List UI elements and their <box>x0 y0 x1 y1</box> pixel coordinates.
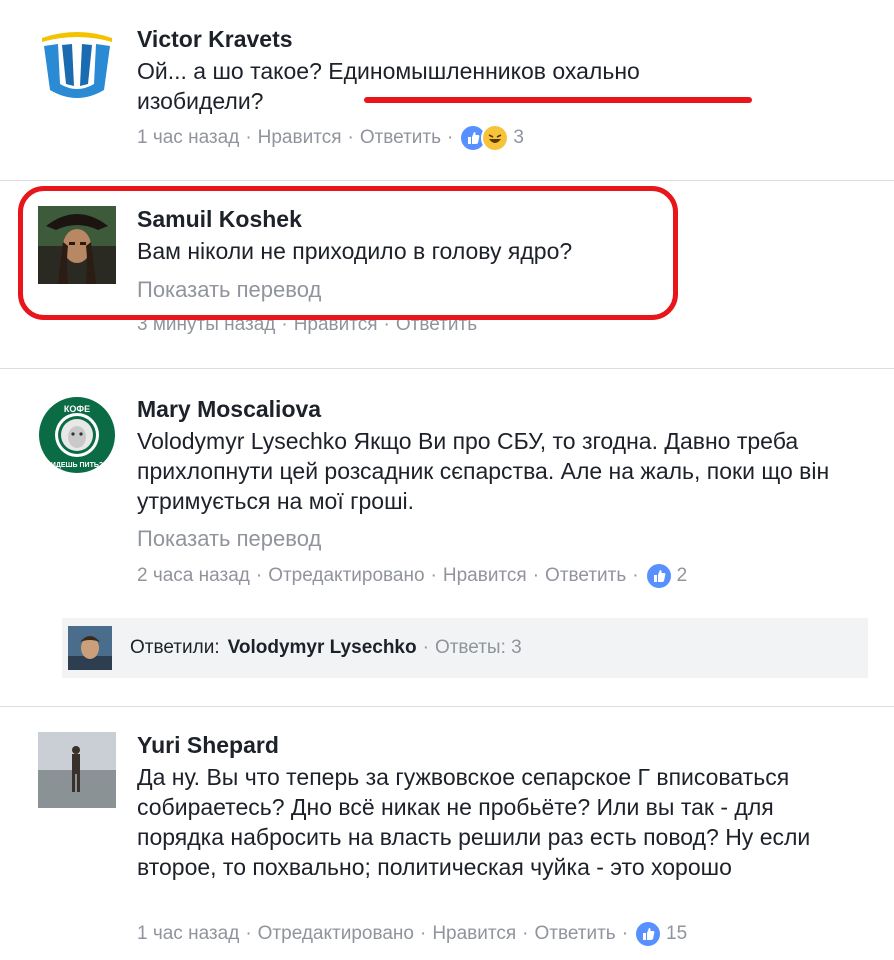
reply-link[interactable]: Ответить <box>545 565 626 587</box>
comment-text: Ой... а шо такое? Единомышленников охаль… <box>137 58 640 114</box>
coffee-logo-icon: КОФЕ ИДЕШЬ ПИТЬ? <box>38 396 116 474</box>
replies-label: Ответили: <box>130 637 220 658</box>
coffee-logo-bottom-text: ИДЕШЬ ПИТЬ? <box>51 462 103 469</box>
comment-author[interactable]: Yuri Shepard <box>137 732 279 759</box>
reply-avatar[interactable] <box>68 626 112 670</box>
person-portrait-icon <box>68 626 112 670</box>
avatar-mary-moscaliova[interactable]: КОФЕ ИДЕШЬ ПИТЬ? <box>38 396 116 474</box>
reply-link[interactable]: Ответить <box>360 127 441 149</box>
replier-name[interactable]: Volodymyr Lysechko <box>228 637 417 659</box>
comment-time[interactable]: 2 часа назад <box>137 565 250 587</box>
replies-count[interactable]: Ответы: 3 <box>435 637 522 659</box>
reply-link[interactable]: Ответить <box>534 923 615 945</box>
reaction-count[interactable]: 15 <box>666 923 687 945</box>
comment-meta: 1 час назад · Нравится · Ответить · 3 <box>137 124 524 152</box>
avatar-yuri-shepard[interactable] <box>38 732 116 808</box>
comment-text: Да ну. Вы что теперь за гужвовское сепар… <box>137 764 811 880</box>
red-highlight-annotation <box>18 186 678 320</box>
like-link[interactable]: Нравится <box>258 127 342 149</box>
comment-text: Volodymyr Lysechko Якщо Ви про СБУ, то з… <box>137 428 830 514</box>
comment-meta: 2 часа назад · Отредактировано · Нравитс… <box>137 562 687 590</box>
comment-author[interactable]: Victor Kravets <box>137 26 293 53</box>
comment-meta: 1 час назад · Отредактировано · Нравится… <box>137 920 687 948</box>
comment-time[interactable]: 1 час назад <box>137 923 239 945</box>
comment-author[interactable]: Mary Moscaliova <box>137 396 321 423</box>
reaction-count[interactable]: 3 <box>513 127 524 149</box>
divider <box>0 368 894 369</box>
reaction-count[interactable]: 2 <box>677 565 688 587</box>
like-link[interactable]: Нравится <box>443 565 527 587</box>
edited-label[interactable]: Отредактировано <box>258 923 414 945</box>
show-translation-link[interactable]: Показать перевод <box>137 526 321 552</box>
channel-logo-icon <box>38 24 116 102</box>
coffee-logo-top-text: КОФЕ <box>64 404 90 414</box>
divider <box>0 180 894 181</box>
haha-reaction-icon[interactable] <box>481 124 510 152</box>
comment-time[interactable]: 1 час назад <box>137 127 239 149</box>
avatar-victor-kravets[interactable] <box>38 24 116 102</box>
like-reaction-icon[interactable] <box>634 920 663 948</box>
red-underline-annotation <box>364 97 752 103</box>
like-link[interactable]: Нравится <box>432 923 516 945</box>
like-reaction-icon[interactable] <box>644 562 673 590</box>
divider <box>0 706 894 707</box>
edited-label[interactable]: Отредактировано <box>268 565 424 587</box>
replies-preview[interactable]: Ответили: Volodymyr Lysechko · Ответы: 3 <box>62 618 868 678</box>
beach-photo-icon <box>38 732 116 808</box>
